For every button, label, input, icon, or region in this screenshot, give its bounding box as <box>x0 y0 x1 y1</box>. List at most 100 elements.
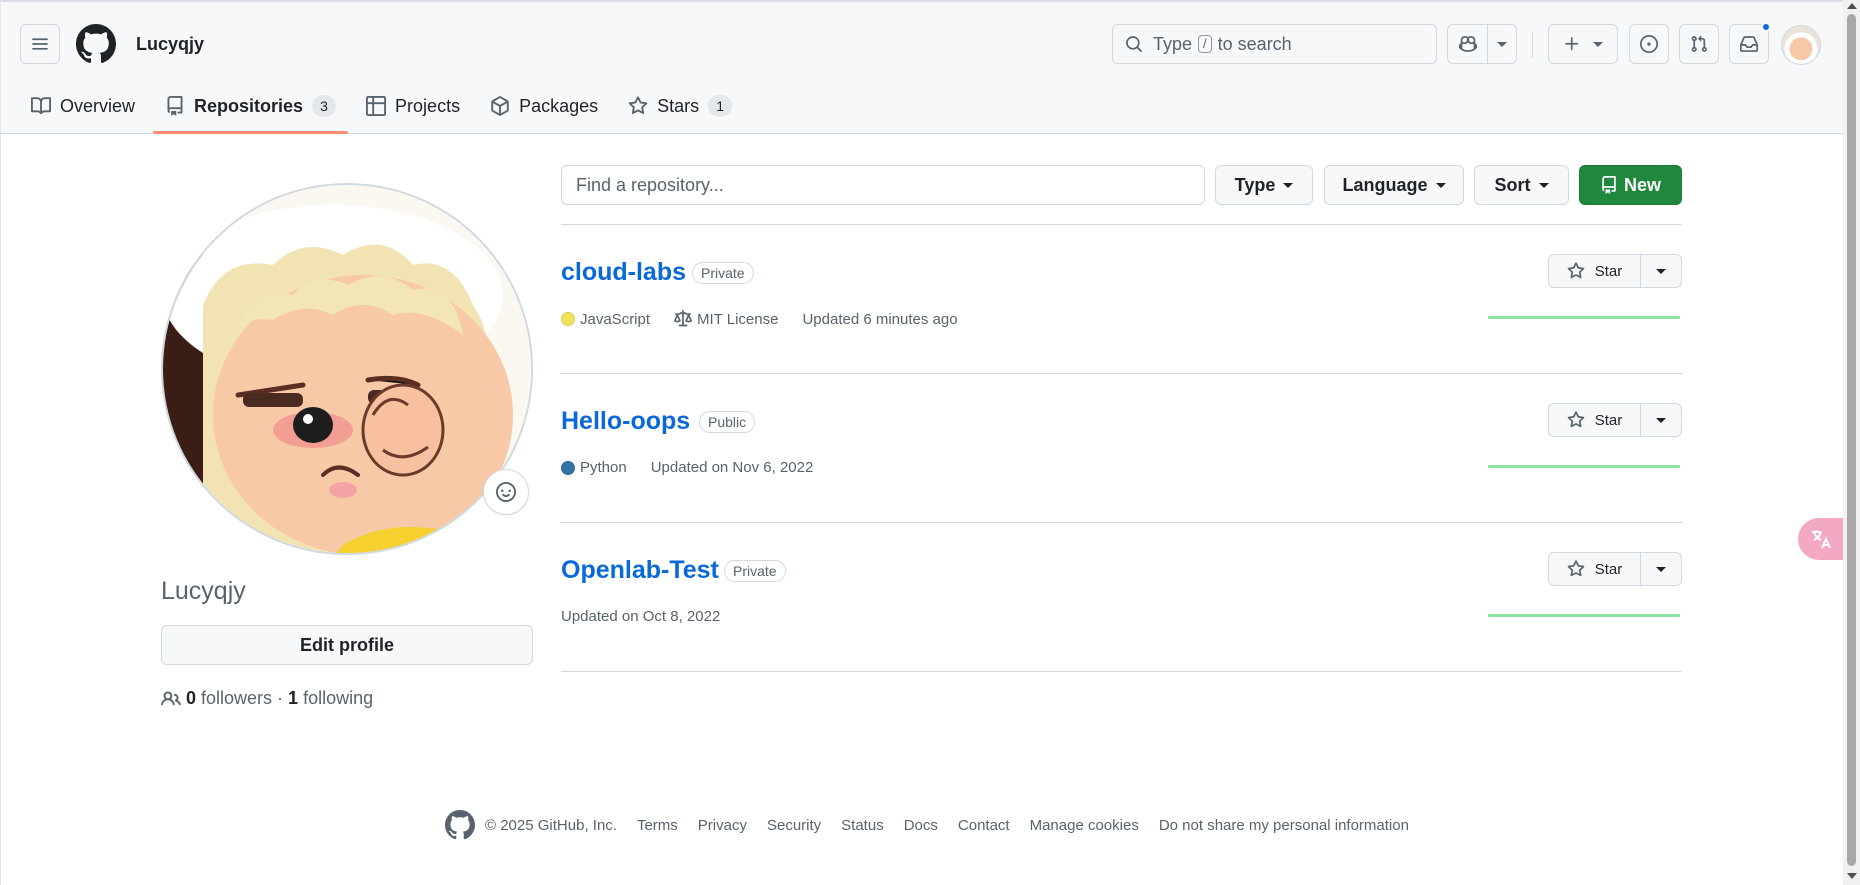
new-repository-label: New <box>1623 174 1661 195</box>
chevron-down-icon <box>1538 182 1549 188</box>
star-button[interactable]: Star <box>1549 255 1641 287</box>
repo-list-item: cloud-labs Private JavaScript MIT Licens… <box>561 224 1682 372</box>
tab-stars[interactable]: Stars 1 <box>616 86 744 126</box>
followers-count[interactable]: 0 <box>186 688 196 709</box>
stars-count: 1 <box>708 95 733 117</box>
search-icon <box>1126 36 1142 52</box>
edit-profile-button[interactable]: Edit profile <box>161 625 533 665</box>
star-button-group: Star <box>1548 552 1682 586</box>
issue-opened-icon <box>1640 35 1658 53</box>
find-repository-input[interactable]: Find a repository... <box>561 165 1205 205</box>
profile-avatar[interactable] <box>161 183 533 555</box>
repo-meta: Python Updated on Nov 6, 2022 <box>561 459 837 476</box>
footer-link-contact[interactable]: Contact <box>958 817 1010 834</box>
footer-link-manage-cookies[interactable]: Manage cookies <box>1030 817 1139 834</box>
footer-link-privacy[interactable]: Privacy <box>698 817 747 834</box>
smiley-icon <box>496 482 516 502</box>
create-new-button[interactable] <box>1548 24 1618 64</box>
github-logo-icon[interactable] <box>445 810 475 840</box>
user-avatar[interactable] <box>1781 25 1821 65</box>
language-filter-label: Language <box>1342 174 1428 195</box>
tab-repositories[interactable]: Repositories 3 <box>153 86 349 134</box>
footer-link-status[interactable]: Status <box>841 817 884 834</box>
repo-list-item: Openlab-Test Private Updated on Oct 8, 2… <box>561 522 1682 670</box>
star-list-dropdown[interactable] <box>1641 553 1681 585</box>
repo-updated: Updated 6 minutes ago <box>802 310 958 328</box>
set-status-button[interactable] <box>483 469 529 515</box>
repo-language: JavaScript <box>561 311 650 328</box>
tab-overview[interactable]: Overview <box>19 86 147 126</box>
footer-link-terms[interactable]: Terms <box>637 817 678 834</box>
chevron-down-icon <box>1656 566 1666 572</box>
translate-icon <box>1811 530 1831 549</box>
footer-link-do-not-share[interactable]: Do not share my personal information <box>1159 817 1409 834</box>
type-filter-button[interactable]: Type <box>1215 165 1313 205</box>
scrollbar-thumb[interactable] <box>1847 14 1856 866</box>
star-icon <box>628 96 648 115</box>
footer-link-security[interactable]: Security <box>767 817 821 834</box>
tab-projects-label: Projects <box>395 95 461 116</box>
sort-filter-label: Sort <box>1494 174 1531 195</box>
followers-label[interactable]: followers <box>201 688 272 709</box>
star-button[interactable]: Star <box>1549 404 1641 436</box>
header-divider <box>1532 32 1533 58</box>
chevron-down-icon <box>1656 268 1666 274</box>
hamburger-icon <box>32 38 48 50</box>
repo-name-link[interactable]: cloud-labs <box>561 258 686 287</box>
tab-projects[interactable]: Projects <box>354 86 472 126</box>
chevron-down-icon <box>1435 182 1446 188</box>
copilot-icon <box>1458 36 1477 52</box>
repo-visibility-badge: Private <box>692 262 754 284</box>
copilot-dropdown[interactable] <box>1488 41 1516 47</box>
copilot-button[interactable] <box>1448 25 1488 63</box>
search-text-before: Type <box>1153 33 1193 54</box>
activity-sparkline <box>1488 614 1680 617</box>
github-logo-icon[interactable] <box>76 24 116 64</box>
repo-name-link[interactable]: Hello-oops <box>561 407 690 436</box>
pull-requests-button[interactable] <box>1679 24 1719 64</box>
copilot-button-group[interactable] <box>1447 24 1517 64</box>
repo-license: MIT License <box>674 310 778 328</box>
footer-link-docs[interactable]: Docs <box>904 817 938 834</box>
book-icon <box>31 97 51 115</box>
app-header: Lucyqjy Type / to search Overview Reposi… <box>1 2 1844 134</box>
star-label: Star <box>1594 262 1623 280</box>
repo-updated: Updated on Nov 6, 2022 <box>650 459 814 476</box>
new-repository-button[interactable]: New <box>1579 165 1682 205</box>
page-scrollbar[interactable] <box>1843 0 1860 885</box>
chevron-down-icon <box>1593 41 1603 47</box>
repo-license-label[interactable]: MIT License <box>697 311 778 328</box>
page-footer: © 2025 GitHub, Inc. Terms Privacy Securi… <box>445 810 1429 840</box>
tab-overview-label: Overview <box>60 95 136 116</box>
header-username[interactable]: Lucyqjy <box>136 34 204 55</box>
package-icon <box>491 96 509 116</box>
issues-button[interactable] <box>1629 24 1669 64</box>
scroll-down-arrow[interactable] <box>1847 873 1857 879</box>
repo-meta: JavaScript MIT License Updated 6 minutes… <box>561 310 982 328</box>
repositories-count: 3 <box>312 95 337 117</box>
repo-name-link[interactable]: Openlab-Test <box>561 556 719 585</box>
activity-sparkline <box>1488 316 1680 319</box>
tab-packages[interactable]: Packages <box>478 86 610 126</box>
star-label: Star <box>1594 411 1623 429</box>
table-icon <box>366 96 387 116</box>
translate-extension-button[interactable] <box>1798 518 1843 560</box>
tab-repositories-label: Repositories <box>194 95 304 116</box>
repo-updated: Updated on Oct 8, 2022 <box>561 608 721 625</box>
language-filter-button[interactable]: Language <box>1324 165 1464 205</box>
following-label[interactable]: following <box>303 688 373 709</box>
following-count[interactable]: 1 <box>288 688 298 709</box>
star-icon <box>1567 411 1585 428</box>
star-list-dropdown[interactable] <box>1641 404 1681 436</box>
search-input[interactable]: Type / to search <box>1112 24 1437 64</box>
profile-tabs: Overview Repositories 3 Projects Package… <box>19 86 750 134</box>
chevron-down-icon <box>1497 41 1507 47</box>
chevron-down-icon <box>1283 182 1294 188</box>
repo-visibility-badge: Private <box>724 560 786 582</box>
star-button[interactable]: Star <box>1549 553 1641 585</box>
sort-filter-button[interactable]: Sort <box>1474 165 1569 205</box>
star-list-dropdown[interactable] <box>1641 255 1681 287</box>
menu-button[interactable] <box>20 24 60 64</box>
repo-icon <box>167 96 183 116</box>
scroll-up-arrow[interactable] <box>1847 3 1857 9</box>
